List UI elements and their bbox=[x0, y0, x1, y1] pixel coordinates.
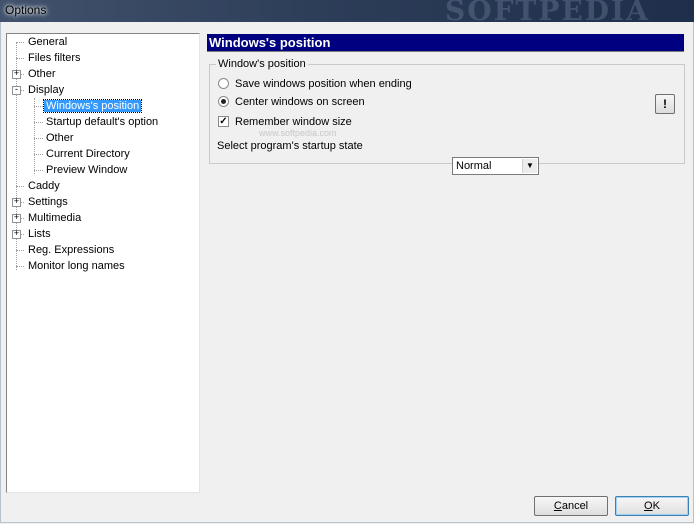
startup-state-select[interactable]: Normal ▼ bbox=[452, 157, 539, 175]
tree-item-current-directory[interactable]: Current Directory bbox=[44, 146, 132, 162]
tree-item-caddy[interactable]: Caddy bbox=[26, 178, 62, 194]
info-button[interactable]: ! bbox=[655, 94, 675, 114]
faint-watermark: www.softpedia.com bbox=[259, 128, 337, 138]
tree-item-reg-expressions[interactable]: Reg. Expressions bbox=[26, 242, 116, 258]
checkmark-icon[interactable]: ✓ bbox=[218, 116, 229, 127]
tree-item-windows-position[interactable]: Windows's position bbox=[42, 98, 143, 114]
ok-button[interactable]: OK bbox=[615, 496, 689, 516]
options-dialog: General Files filters + Other - Display … bbox=[0, 22, 694, 523]
expand-settings-icon[interactable]: + bbox=[12, 197, 21, 207]
center-windows-label: Center windows on screen bbox=[235, 96, 365, 108]
tree-item-multimedia[interactable]: Multimedia bbox=[26, 210, 83, 226]
save-position-label: Save windows position when ending bbox=[235, 78, 412, 90]
radio-icon[interactable] bbox=[218, 78, 229, 89]
tree-item-files-filters[interactable]: Files filters bbox=[26, 50, 83, 66]
tree-item-preview-window[interactable]: Preview Window bbox=[44, 162, 129, 178]
group-label: Window's position bbox=[216, 58, 308, 70]
expand-lists-icon[interactable]: + bbox=[12, 229, 21, 239]
tree-item-settings[interactable]: Settings bbox=[26, 194, 70, 210]
expand-other-icon[interactable]: + bbox=[12, 69, 21, 79]
tree-item-startup-default-option[interactable]: Startup default's option bbox=[44, 114, 160, 130]
tree-item-monitor-long-names[interactable]: Monitor long names bbox=[26, 258, 127, 274]
window-position-group: Window's position Save windows position … bbox=[209, 58, 685, 164]
tree-item-display[interactable]: Display bbox=[26, 82, 66, 98]
collapse-display-icon[interactable]: - bbox=[12, 85, 21, 95]
options-tree[interactable]: General Files filters + Other - Display … bbox=[6, 33, 200, 493]
expand-multimedia-icon[interactable]: + bbox=[12, 213, 21, 223]
panel-header: Windows's position bbox=[207, 34, 684, 52]
startup-state-label: Select program's startup state bbox=[217, 140, 363, 152]
tree-item-other[interactable]: Other bbox=[26, 66, 58, 82]
tree-item-general[interactable]: General bbox=[26, 34, 69, 50]
window-title: Options bbox=[5, 3, 47, 17]
radio-selected-icon[interactable] bbox=[218, 96, 229, 107]
cancel-button[interactable]: Cancel bbox=[534, 496, 608, 516]
startup-state-value: Normal bbox=[456, 160, 492, 172]
title-bar: Options SOFTPEDIA bbox=[0, 0, 694, 27]
chevron-down-icon[interactable]: ▼ bbox=[522, 159, 537, 173]
tree-item-lists[interactable]: Lists bbox=[26, 226, 53, 242]
tree-item-display-other[interactable]: Other bbox=[44, 130, 76, 146]
